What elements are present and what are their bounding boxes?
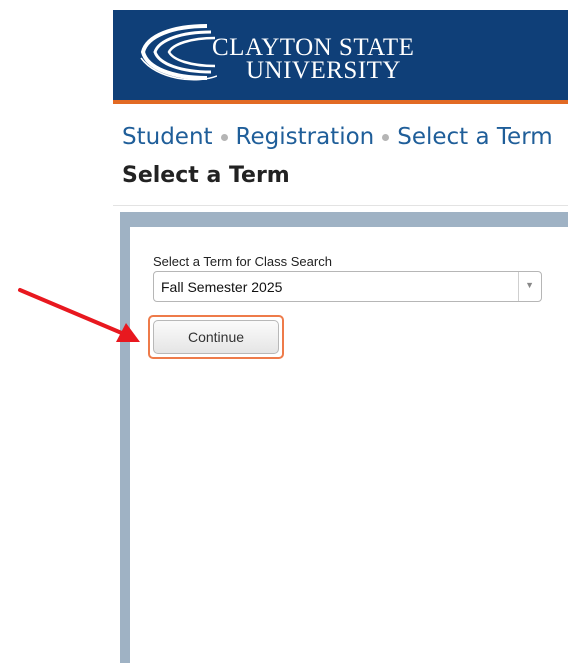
breadcrumb-registration[interactable]: Registration [236,124,375,150]
breadcrumb: Student Registration Select a Term [122,124,572,150]
dropdown-arrow-icon[interactable]: ▼ [525,280,534,290]
breadcrumb-select-a-term[interactable]: Select a Term [397,124,552,150]
breadcrumb-separator [382,134,390,141]
term-select-value: Fall Semester 2025 [161,279,283,295]
logo-text-line2: UNIVERSITY [246,57,401,84]
title-divider [113,205,568,206]
select-divider [518,272,519,301]
term-select[interactable]: Fall Semester 2025 ▼ [153,271,542,302]
header-accent-bar [113,100,568,104]
red-arrow-icon [18,288,140,342]
term-select-label: Select a Term for Class Search [153,254,332,269]
breadcrumb-separator [220,134,228,141]
continue-button[interactable]: Continue [153,320,279,354]
